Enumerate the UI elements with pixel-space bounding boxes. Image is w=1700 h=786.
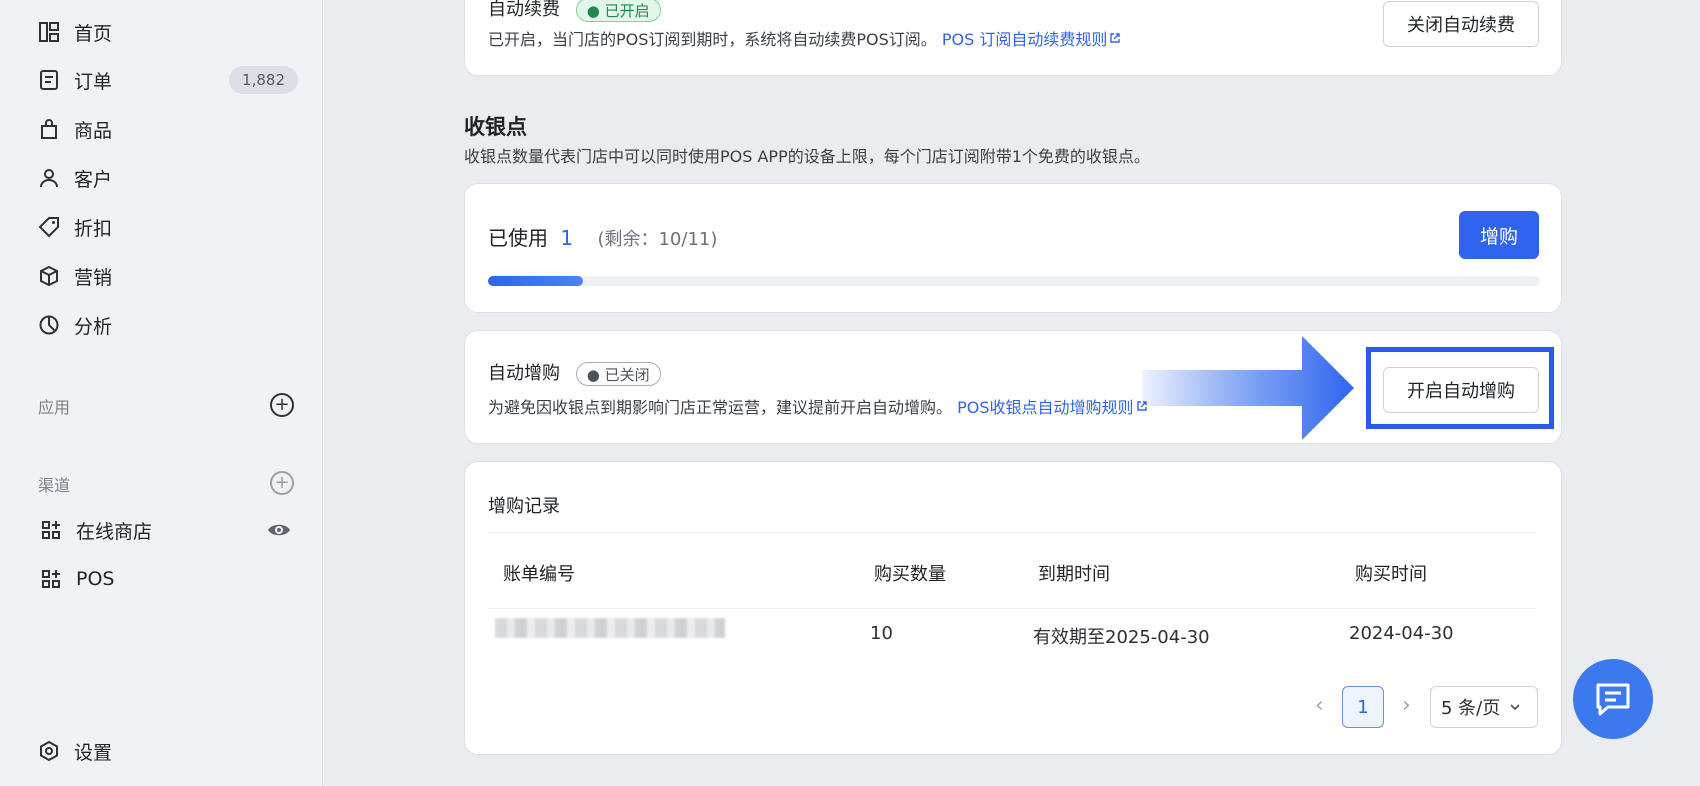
cashier-section-title: 收银点 [464, 115, 527, 139]
usage-progress-fill [488, 276, 583, 286]
sidebar-item-customers[interactable]: 客户 [36, 158, 298, 198]
quantity-cell: 10 [870, 623, 893, 644]
apps-section-label: 应用 [38, 398, 71, 417]
purchase-records-card: 增购记录 账单编号 购买数量 到期时间 购买时间 10 有效期至2025-04-… [464, 461, 1562, 755]
pointer-arrow-icon [1142, 336, 1354, 440]
sidebar-item-orders[interactable]: 订单 1,882 [36, 60, 298, 100]
sidebar-item-label: 设置 [74, 741, 113, 764]
auto-buy-title: 自动增购 [488, 363, 560, 384]
auto-renew-desc-row: 已开启，当门店的POS订阅到期时，系统将自动续费POS订阅。 POS 订阅自动续… [488, 26, 1121, 50]
column-header-purchase-time: 购买时间 [1355, 564, 1427, 585]
chevron-left-icon[interactable]: ‹ [1315, 693, 1324, 718]
auto-renew-title: 自动续费 [488, 0, 560, 20]
sidebar-item-pos[interactable]: POS [38, 559, 300, 599]
pie-chart-icon [36, 312, 62, 338]
sidebar-item-settings[interactable]: 设置 [36, 731, 298, 771]
sidebar: 首页 订单 1,882 商品 客户 折扣 营销 分析 应用 + 渠道 + 在线商… [0, 0, 323, 786]
disable-auto-renew-button[interactable]: 关闭自动续费 [1383, 1, 1539, 47]
sidebar-item-label: POS [76, 568, 115, 590]
auto-renew-card: 自动续费 ● 已开启 已开启，当门店的POS订阅到期时，系统将自动续费POS订阅… [464, 0, 1562, 76]
cashier-section-description: 收银点数量代表门店中可以同时使用POS APP的设备上限，每个门店订阅附带1个免… [464, 147, 1150, 166]
auto-renew-rules-link[interactable]: POS 订阅自动续费规则 [942, 30, 1122, 49]
page-size-value: 5 条/页 [1441, 698, 1501, 719]
sidebar-item-label: 订单 [74, 70, 113, 93]
sidebar-item-label: 营销 [74, 266, 113, 289]
records-title: 增购记录 [488, 496, 560, 517]
status-badge: ● 已关闭 [575, 362, 661, 386]
auto-buy-desc-row: 为避免因收银点到期影响门店正常运营，建议提前开启自动增购。 POS收银点自动增购… [488, 394, 1148, 418]
sidebar-item-label: 首页 [74, 22, 113, 45]
tag-icon [36, 214, 62, 240]
auto-buy-description: 为避免因收银点到期影响门店正常运营，建议提前开启自动增购。 [488, 398, 953, 417]
channels-section-label: 渠道 [38, 476, 71, 495]
sidebar-item-products[interactable]: 商品 [36, 109, 298, 149]
cashier-usage-card: 已使用 1 (剩余：10/11) 增购 [464, 183, 1562, 313]
expiry-cell: 有效期至2025-04-30 [1033, 627, 1210, 648]
sidebar-item-discounts[interactable]: 折扣 [36, 207, 298, 247]
highlight-box [1366, 347, 1554, 429]
usage-progress-bar [488, 276, 1540, 286]
auto-buy-rules-link[interactable]: POS收银点自动增购规则 [957, 398, 1147, 417]
order-icon [36, 67, 62, 93]
status-badge: ● 已开启 [575, 0, 661, 22]
link-label: POS 订阅自动续费规则 [941, 30, 1108, 49]
link-label: POS收银点自动增购规则 [957, 398, 1134, 417]
eye-icon[interactable] [266, 517, 292, 543]
chat-icon [1596, 683, 1630, 716]
sidebar-item-analytics[interactable]: 分析 [36, 305, 298, 345]
column-header-bill-number: 账单编号 [503, 564, 575, 585]
divider [488, 532, 1536, 533]
external-link-icon [1110, 33, 1121, 43]
sidebar-item-label: 在线商店 [76, 520, 153, 543]
bag-icon [36, 116, 62, 142]
bill-number-redacted [495, 618, 725, 638]
column-header-quantity: 购买数量 [874, 564, 946, 585]
used-value: 1 [560, 226, 574, 250]
sidebar-item-label: 客户 [74, 168, 113, 191]
apps-grid-icon [38, 517, 64, 543]
divider [488, 608, 1536, 609]
auto-renew-title-row: 自动续费 ● 已开启 [488, 0, 661, 22]
usage-row: 已使用 1 (剩余：10/11) [488, 222, 717, 251]
auto-renew-description: 已开启，当门店的POS订阅到期时，系统将自动续费POS订阅。 [488, 30, 937, 49]
page-1-button[interactable]: 1 [1342, 686, 1384, 728]
sidebar-item-label: 分析 [74, 315, 113, 338]
order-count-badge: 1,882 [229, 66, 298, 94]
chevron-down-icon [1510, 704, 1520, 711]
column-header-expiry: 到期时间 [1038, 564, 1110, 585]
chevron-right-icon[interactable]: › [1402, 693, 1411, 718]
cube-icon [36, 263, 62, 289]
sidebar-item-online-store[interactable]: 在线商店 [38, 510, 300, 550]
user-icon [36, 165, 62, 191]
auto-buy-title-row: 自动增购 ● 已关闭 [488, 359, 661, 386]
buy-more-button[interactable]: 增购 [1459, 211, 1539, 259]
dashboard-icon [36, 19, 62, 45]
chat-support-button[interactable] [1573, 659, 1653, 739]
used-label: 已使用 [488, 226, 548, 250]
sidebar-item-marketing[interactable]: 营销 [36, 256, 298, 296]
settings-icon [36, 738, 62, 764]
add-channel-button[interactable]: + [270, 471, 294, 495]
apps-grid-icon [38, 566, 64, 592]
add-app-button[interactable]: + [270, 393, 294, 417]
sidebar-item-home[interactable]: 首页 [36, 12, 298, 52]
sidebar-item-label: 折扣 [74, 217, 113, 240]
purchase-time-cell: 2024-04-30 [1349, 623, 1454, 644]
sidebar-item-label: 商品 [74, 119, 113, 142]
page-size-select[interactable]: 5 条/页 [1430, 686, 1538, 728]
remaining-count: (剩余：10/11) [597, 229, 718, 250]
